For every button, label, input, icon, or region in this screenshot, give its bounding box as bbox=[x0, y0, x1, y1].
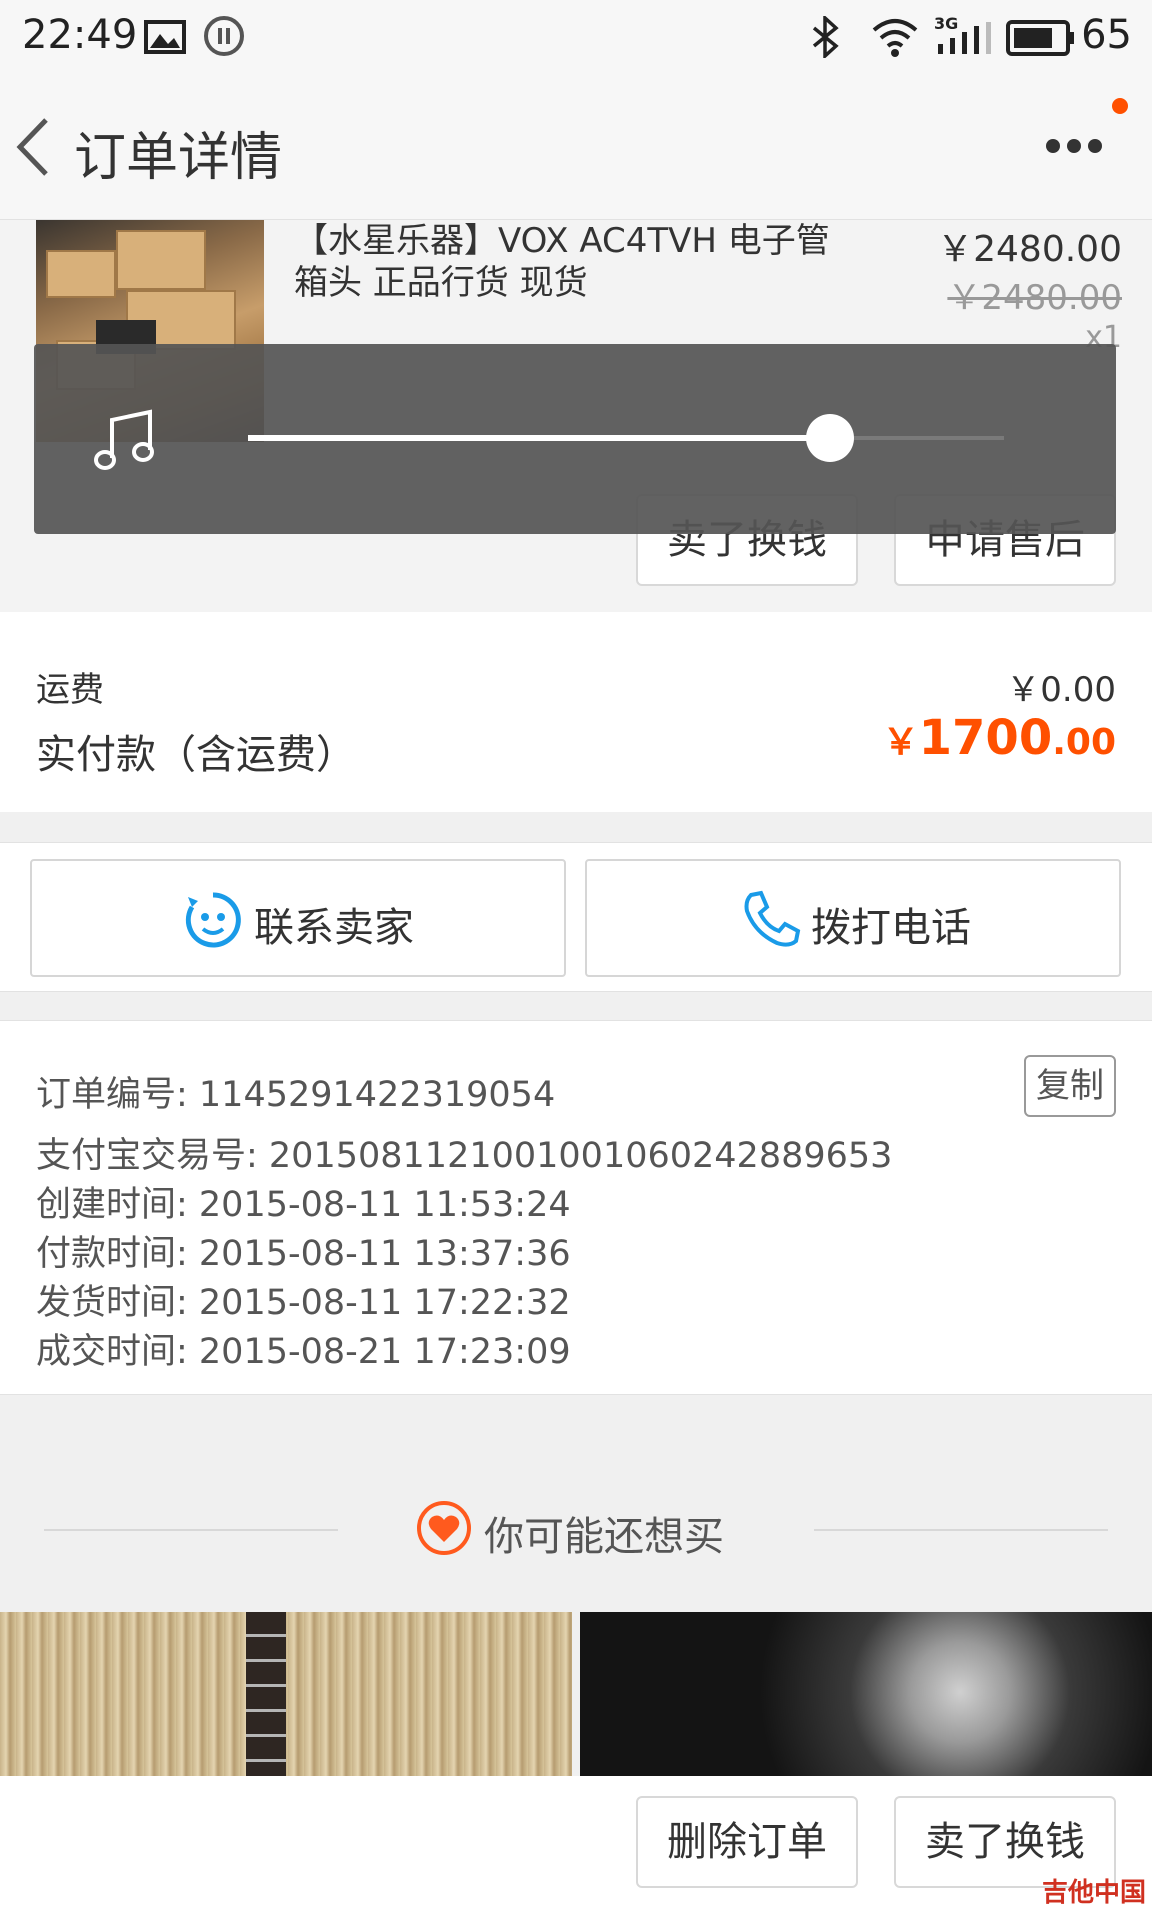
product-original-price: ￥2480.00 bbox=[947, 278, 1122, 318]
shipping-label: 运费 bbox=[36, 670, 104, 710]
signal-icon bbox=[938, 22, 991, 54]
paid-time: 付款时间: 2015-08-11 13:37:36 bbox=[36, 1234, 571, 1274]
created-time: 创建时间: 2015-08-11 11:53:24 bbox=[36, 1185, 571, 1225]
page-title: 订单详情 bbox=[74, 128, 283, 188]
recommend-title: 你可能还想买 bbox=[484, 1514, 724, 1560]
paid-amount: ￥1700.00 bbox=[883, 710, 1116, 766]
recommend-item-image[interactable] bbox=[0, 1612, 572, 1776]
contact-row: 联系卖家 拨打电话 bbox=[0, 842, 1152, 992]
nav-bar: 订单详情 bbox=[0, 74, 1152, 220]
volume-slider-fill bbox=[248, 435, 830, 441]
volume-slider-thumb[interactable] bbox=[806, 414, 854, 462]
battery-level: 65 bbox=[1081, 12, 1132, 58]
copy-button[interactable]: 复制 bbox=[1024, 1055, 1116, 1117]
paid-decimal: .00 bbox=[1052, 722, 1116, 763]
bottom-bar: 删除订单 卖了换钱 吉他中国 bbox=[0, 1776, 1152, 1920]
phone-icon bbox=[744, 890, 801, 947]
shipped-time: 发货时间: 2015-08-11 17:22:32 bbox=[36, 1283, 571, 1323]
wifi-icon bbox=[872, 19, 918, 57]
chat-smile-icon bbox=[185, 892, 241, 948]
order-number: 订单编号: 1145291422319054 bbox=[36, 1075, 556, 1115]
totals-section: 运费 ￥0.00 实付款（含运费） ￥1700.00 bbox=[0, 612, 1152, 812]
order-info-section: 订单编号: 1145291422319054 复制 支付宝交易号: 201508… bbox=[0, 1020, 1152, 1395]
battery-icon bbox=[1006, 20, 1074, 56]
alipay-number: 支付宝交易号: 2015081121001001060242889653 bbox=[36, 1136, 893, 1176]
notification-dot bbox=[1112, 98, 1128, 114]
pause-icon bbox=[204, 16, 244, 56]
call-phone-button[interactable]: 拨打电话 bbox=[585, 859, 1121, 977]
image-icon bbox=[144, 20, 186, 54]
guitar-neck-graphic bbox=[246, 1612, 286, 1776]
product-title[interactable]: 【水星乐器】VOX AC4TVH 电子管箱头 正品行货 现货 bbox=[294, 220, 854, 304]
completed-time: 成交时间: 2015-08-21 17:23:09 bbox=[36, 1332, 571, 1372]
delete-order-button[interactable]: 删除订单 bbox=[636, 1796, 858, 1888]
chevron-left-icon[interactable] bbox=[12, 114, 52, 180]
recommend-item-image[interactable] bbox=[580, 1612, 1152, 1776]
bluetooth-icon bbox=[812, 16, 839, 58]
status-bar: 22:49 3G 65 bbox=[0, 0, 1152, 74]
music-note-icon bbox=[94, 409, 154, 470]
divider bbox=[814, 1529, 1108, 1531]
shipping-value: ￥0.00 bbox=[1006, 670, 1116, 710]
product-price: ￥2480.00 bbox=[937, 229, 1122, 270]
paid-label: 实付款（含运费） bbox=[36, 732, 356, 778]
recommend-header: 你可能还想买 bbox=[0, 1452, 1152, 1612]
contact-seller-button[interactable]: 联系卖家 bbox=[30, 859, 566, 977]
watermark-logo: 吉他中国 bbox=[1041, 1878, 1146, 1908]
divider bbox=[44, 1529, 338, 1531]
call-phone-label: 拨打电话 bbox=[811, 905, 971, 951]
paid-integer: 1700 bbox=[918, 710, 1053, 766]
status-time: 22:49 bbox=[22, 12, 138, 58]
paid-currency: ￥ bbox=[882, 722, 919, 763]
heart-icon bbox=[417, 1501, 471, 1555]
more-dots-icon[interactable] bbox=[1046, 134, 1106, 158]
contact-seller-label: 联系卖家 bbox=[254, 905, 414, 951]
